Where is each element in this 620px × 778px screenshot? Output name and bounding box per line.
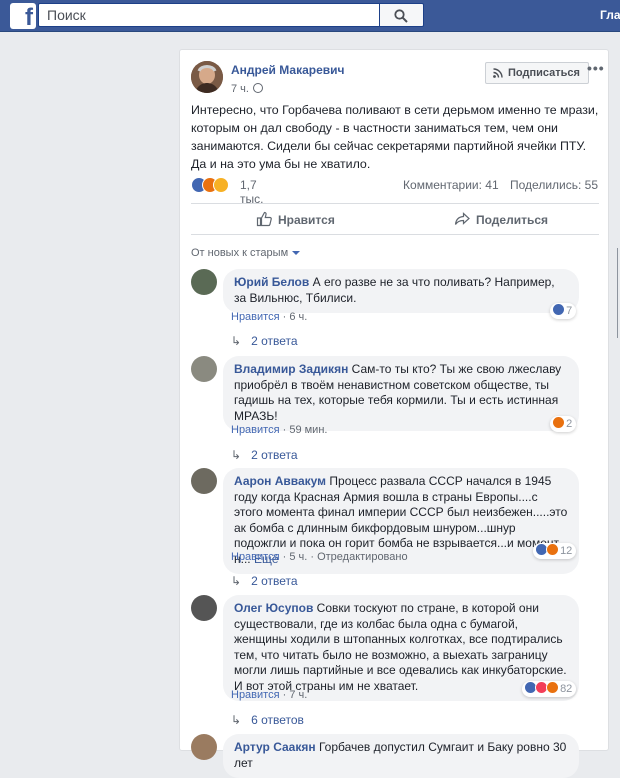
top-navigation-bar: f Гла — [0, 0, 620, 32]
comment-meta: Нравится · 59 мин. — [231, 424, 328, 436]
shares-count[interactable]: Поделились: 55 — [510, 178, 598, 192]
thumbs-up-icon — [256, 211, 272, 227]
replies-count: 2 ответа — [251, 334, 298, 348]
facebook-logo-icon[interactable]: f — [10, 3, 36, 31]
view-replies-link[interactable]: ↳ 2 ответа — [231, 574, 298, 588]
comment-sort-dropdown[interactable]: От новых к старым — [191, 247, 301, 259]
reply-arrow-icon: ↳ — [231, 448, 242, 462]
comment-reaction-count: 82 — [560, 683, 573, 695]
comment-like-link[interactable]: Нравится — [231, 311, 280, 323]
angry-reaction-icon — [546, 681, 559, 694]
comments-count[interactable]: Комментарии: 41 — [403, 178, 499, 192]
like-label: Нравится — [278, 213, 335, 227]
commenter-name[interactable]: Владимир Задикян — [234, 362, 348, 376]
like-button[interactable]: Нравится — [256, 211, 335, 227]
subscribe-button[interactable]: Подписаться — [485, 62, 589, 84]
search-icon — [394, 9, 408, 23]
replies-count: 2 ответа — [251, 448, 298, 462]
commenter-name[interactable]: Олег Юсупов — [234, 601, 313, 615]
reaction-count[interactable]: 1,7 тыс. — [240, 178, 263, 206]
comment-meta: Нравится · 5 ч. · Отредактировано — [231, 551, 408, 563]
search-box — [38, 3, 380, 27]
reply-arrow-icon: ↳ — [231, 713, 242, 727]
commenter-avatar[interactable] — [191, 468, 217, 494]
share-button[interactable]: Поделиться — [454, 211, 548, 227]
comment-time[interactable]: 5 ч. — [289, 551, 307, 563]
post-options-icon[interactable]: ••• — [587, 60, 605, 76]
comment-like-link[interactable]: Нравится — [231, 424, 280, 436]
like-reaction-icon — [552, 303, 565, 316]
view-replies-link[interactable]: ↳ 6 ответов — [231, 713, 304, 727]
comment-bubble: Юрий Белов А его разве не за что поливат… — [223, 269, 579, 313]
angry-reaction-icon — [552, 416, 565, 429]
commenter-avatar[interactable] — [191, 595, 217, 621]
comment-time[interactable]: 6 ч. — [289, 311, 307, 323]
haha-reaction-icon — [213, 177, 229, 193]
commenter-name[interactable]: Аарон Аввакум — [234, 474, 326, 488]
rss-icon — [493, 68, 503, 78]
commenter-avatar[interactable] — [191, 356, 217, 382]
comment-bubble: Владимир Задикян Сам-то ты кто? Ты же св… — [223, 356, 579, 431]
post-card: Андрей Макаревич 7 ч. Подписаться ••• Ин… — [179, 49, 609, 778]
edited-label[interactable]: Отредактировано — [317, 551, 408, 563]
comment-reactions[interactable]: 82 — [522, 681, 577, 697]
replies-count: 6 ответов — [251, 713, 304, 727]
comment-meta: Нравится · 6 ч. — [231, 311, 308, 323]
comment-reaction-count: 7 — [566, 305, 573, 317]
comment-like-link[interactable]: Нравится — [231, 551, 280, 563]
comment-reaction-count: 2 — [566, 418, 573, 430]
view-replies-link[interactable]: ↳ 2 ответа — [231, 448, 298, 462]
angry-reaction-icon — [546, 543, 559, 556]
comment-reactions[interactable]: 7 — [550, 303, 577, 319]
comment-reaction-count: 12 — [560, 545, 573, 557]
reply-arrow-icon: ↳ — [231, 574, 242, 588]
search-input[interactable] — [39, 4, 379, 26]
search-button[interactable] — [380, 3, 424, 27]
replies-count: 2 ответа — [251, 574, 298, 588]
comment-reactions[interactable]: 12 — [533, 543, 577, 559]
share-label: Поделиться — [476, 213, 549, 227]
post-counts: Комментарии: 41 Поделились: 55 — [395, 178, 598, 192]
comment-time[interactable]: 7 ч. — [289, 689, 307, 701]
globe-icon — [252, 83, 263, 93]
comment-time[interactable]: 59 мин. — [289, 424, 327, 436]
share-arrow-icon — [454, 212, 470, 225]
post-time[interactable]: 7 ч. — [231, 83, 249, 95]
sort-label: От новых к старым — [191, 247, 289, 259]
post-action-bar: Нравится Поделиться — [191, 203, 599, 235]
page-gutter — [609, 49, 620, 751]
commenter-name[interactable]: Юрий Белов — [234, 275, 309, 289]
chevron-down-icon — [292, 251, 301, 255]
comment-bubble: Артур Саакян Горбачев допустил Сумгаит и… — [223, 734, 579, 778]
reply-arrow-icon: ↳ — [231, 334, 242, 348]
post-author-name[interactable]: Андрей Макаревич — [231, 63, 344, 77]
commenter-avatar[interactable] — [191, 269, 217, 295]
scrollbar[interactable] — [617, 248, 618, 338]
view-replies-link[interactable]: ↳ 2 ответа — [231, 334, 298, 348]
commenter-avatar[interactable] — [191, 734, 217, 760]
subscribe-label: Подписаться — [508, 67, 580, 79]
post-text: Интересно, что Горбачева поливают в сети… — [191, 103, 599, 171]
commenter-name[interactable]: Артур Саакян — [234, 740, 316, 754]
home-link[interactable]: Гла — [600, 8, 620, 22]
comment-meta: Нравится · 7 ч. — [231, 689, 308, 701]
post-meta: 7 ч. — [231, 83, 263, 95]
author-avatar[interactable] — [191, 61, 223, 93]
comment-like-link[interactable]: Нравится — [231, 689, 280, 701]
comment-reactions[interactable]: 2 — [550, 416, 577, 432]
